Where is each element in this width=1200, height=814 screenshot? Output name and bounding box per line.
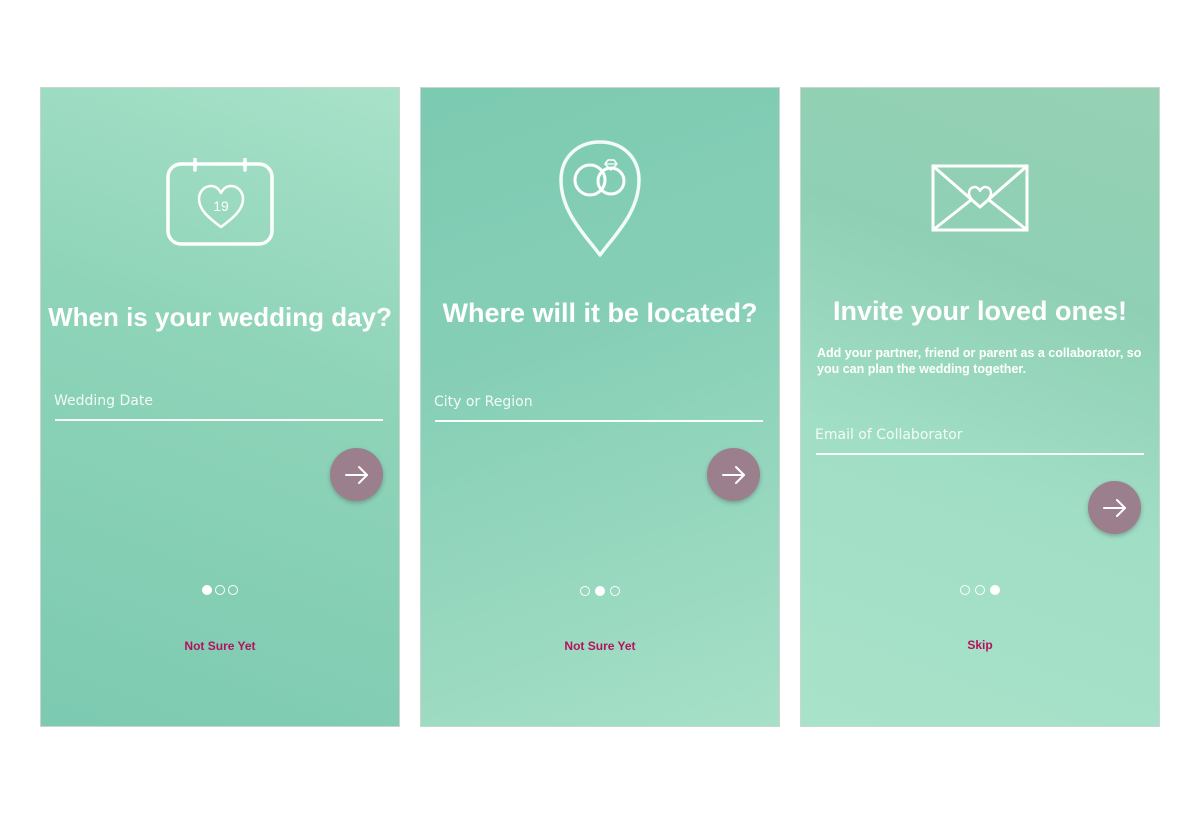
- calendar-heart-icon-wrap: 19: [41, 158, 399, 250]
- arrow-right-icon: [721, 465, 745, 484]
- pagination-dots: [801, 585, 1159, 595]
- next-button[interactable]: [1088, 481, 1141, 534]
- input-underline: [55, 419, 383, 421]
- pagination-dot[interactable]: [580, 586, 590, 596]
- calendar-day-number: 19: [213, 198, 229, 214]
- next-button[interactable]: [330, 448, 383, 501]
- collaborator-email-input[interactable]: [815, 427, 1144, 453]
- pagination-dot-active[interactable]: [595, 586, 605, 596]
- input-underline: [816, 453, 1144, 455]
- onboarding-screen-date: 19 When is your wedding day? Not Sure Ye…: [40, 87, 400, 727]
- not-sure-yet-link[interactable]: Not Sure Yet: [41, 639, 399, 653]
- pagination-dot[interactable]: [228, 585, 238, 595]
- pagination-dot-active[interactable]: [202, 585, 212, 595]
- input-underline: [435, 420, 763, 422]
- pagination-dot[interactable]: [610, 586, 620, 596]
- page-title: Where will it be located?: [442, 298, 758, 328]
- arrow-right-icon: [344, 465, 368, 484]
- pagination-dot[interactable]: [960, 585, 970, 595]
- next-button[interactable]: [707, 448, 760, 501]
- calendar-heart-icon: 19: [166, 158, 274, 246]
- envelope-heart-icon-wrap: [801, 164, 1159, 232]
- page-title: When is your wedding day?: [48, 302, 392, 332]
- arrow-right-icon: [1102, 498, 1126, 517]
- collaborator-email-field: [815, 427, 1144, 455]
- location-pin-rings-icon: [559, 140, 641, 257]
- city-region-field: [434, 394, 763, 422]
- pagination-dots: [41, 585, 399, 595]
- skip-link[interactable]: Skip: [801, 638, 1159, 652]
- location-pin-rings-icon-wrap: [421, 139, 779, 259]
- onboarding-screen-invite: Invite your loved ones! Add your partner…: [800, 87, 1160, 727]
- onboarding-screen-location: Where will it be located? Not Sure Yet: [420, 87, 780, 727]
- city-region-input[interactable]: [434, 394, 763, 420]
- pagination-dots: [421, 586, 779, 596]
- envelope-heart-icon: [931, 164, 1029, 232]
- pagination-dot[interactable]: [975, 585, 985, 595]
- pagination-dot[interactable]: [215, 585, 225, 595]
- wedding-date-input[interactable]: [54, 393, 383, 419]
- page-subtitle: Add your partner, friend or parent as a …: [817, 346, 1142, 376]
- pagination-dot-active[interactable]: [990, 585, 1000, 595]
- page-title: Invite your loved ones!: [832, 296, 1128, 326]
- wedding-date-field: [54, 393, 383, 421]
- not-sure-yet-link[interactable]: Not Sure Yet: [421, 639, 779, 653]
